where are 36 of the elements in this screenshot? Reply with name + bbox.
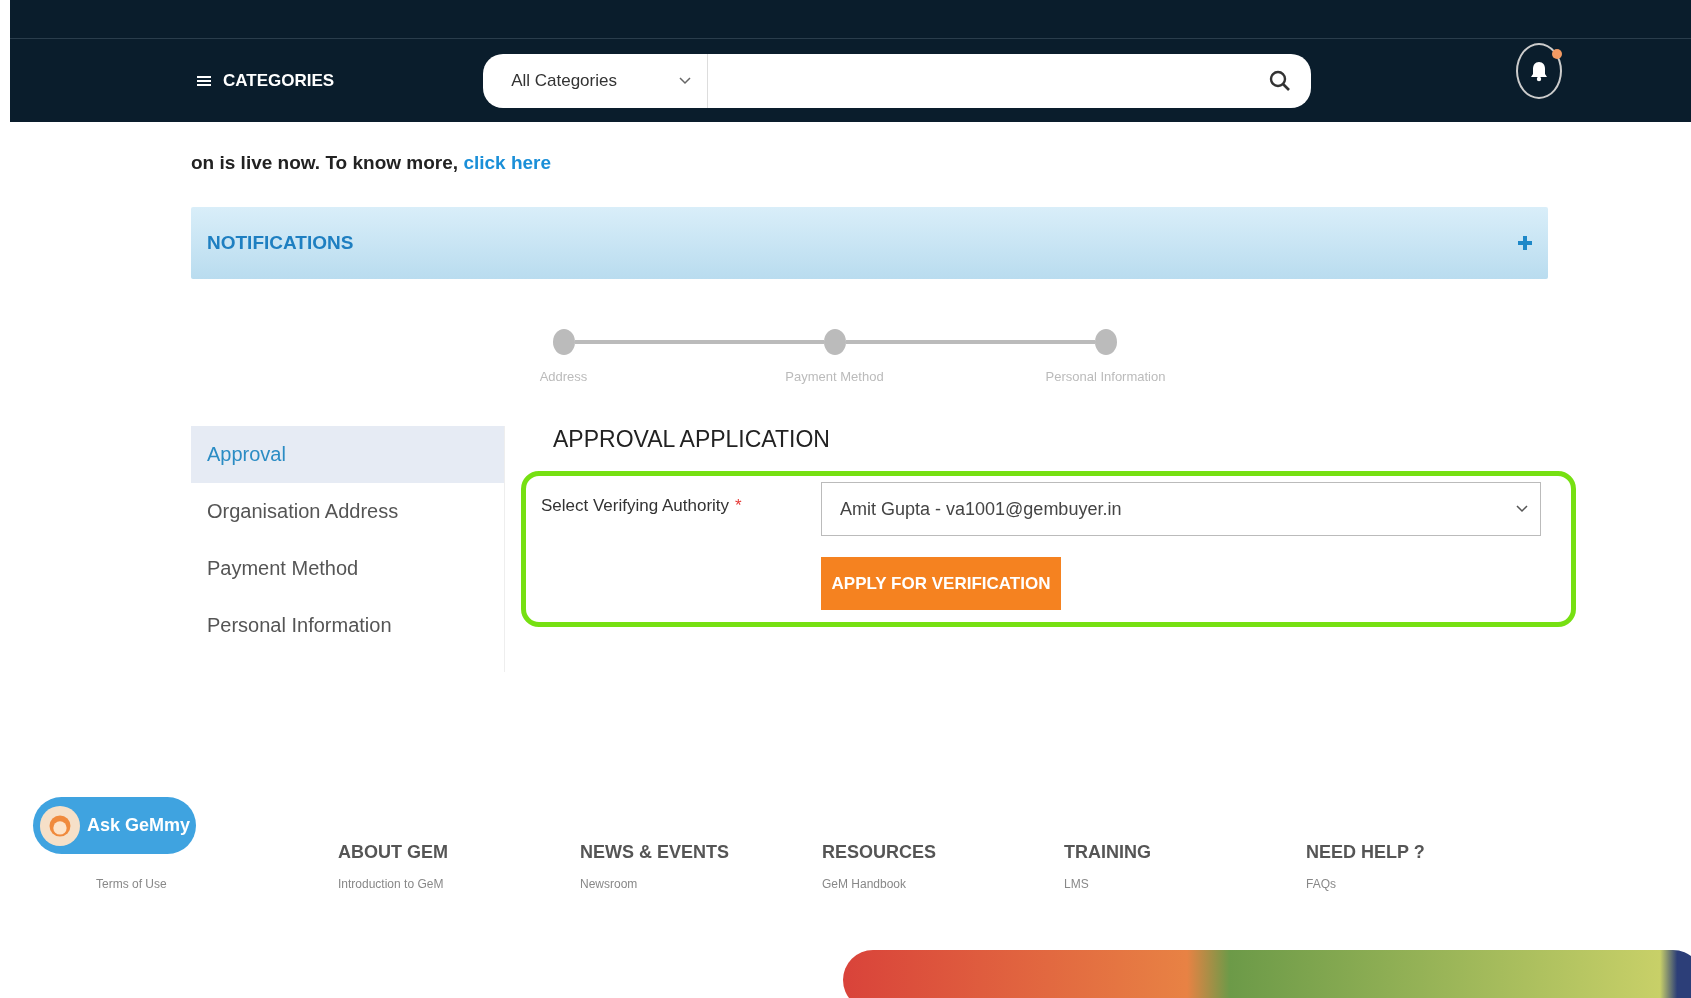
form-title: APPROVAL APPLICATION [553,426,831,453]
footer-link[interactable]: Terms of Use [96,877,338,891]
menu-icon [197,74,211,87]
sidebar-item[interactable]: Approval [191,426,504,483]
notifications-panel[interactable]: NOTIFICATIONS [191,207,1548,279]
footer-heading: RESOURCES [822,842,938,863]
notification-bell-button[interactable] [1516,42,1563,99]
sidebar-item[interactable]: Organisation Address [191,483,504,540]
chevron-down-icon [679,76,692,85]
category-dropdown[interactable]: All Categories [483,53,709,108]
step-label: Payment Method [785,369,884,384]
footer-link[interactable]: Newsroom [580,877,822,891]
footer-heading: ABOUT GEM [338,842,449,863]
footer-link[interactable]: GeM Handbook [822,877,1064,891]
sidebar-item[interactable]: Payment Method [191,540,504,597]
announcement-text: on is live now. To know more, click here [191,152,553,174]
search-icon[interactable] [1269,69,1292,92]
ask-gemmy-chat-button[interactable]: Ask GeMmy [33,797,196,854]
footer-heading: NEWS & EVENTS [580,842,731,863]
click-here-link[interactable]: click here [463,152,552,173]
required-mark: * [735,496,742,515]
categories-menu-button[interactable]: CATEGORIES [191,69,341,92]
footer-heading: TRAINING [1064,842,1152,863]
footer-heading: NEED HELP ? [1306,842,1426,863]
step-label: Personal Information [1045,369,1166,384]
chevron-down-icon [1516,505,1528,513]
step-label: Address [539,369,588,384]
footer-link[interactable]: FAQs [1306,877,1548,891]
footer-link[interactable]: LMS [1064,877,1306,891]
field-label: Select Verifying Authority * [541,495,743,517]
notifications-title: NOTIFICATIONS [207,232,354,254]
apply-for-verification-button[interactable]: APPLY FOR VERIFICATION [821,557,1061,610]
assistant-avatar-icon [39,803,81,848]
sidebar-item[interactable]: Personal Information [191,597,504,654]
verifying-authority-dropdown[interactable]: Amit Gupta - va1001@gembuyer.in [821,482,1541,536]
footer-link[interactable]: Introduction to GeM [338,877,580,891]
